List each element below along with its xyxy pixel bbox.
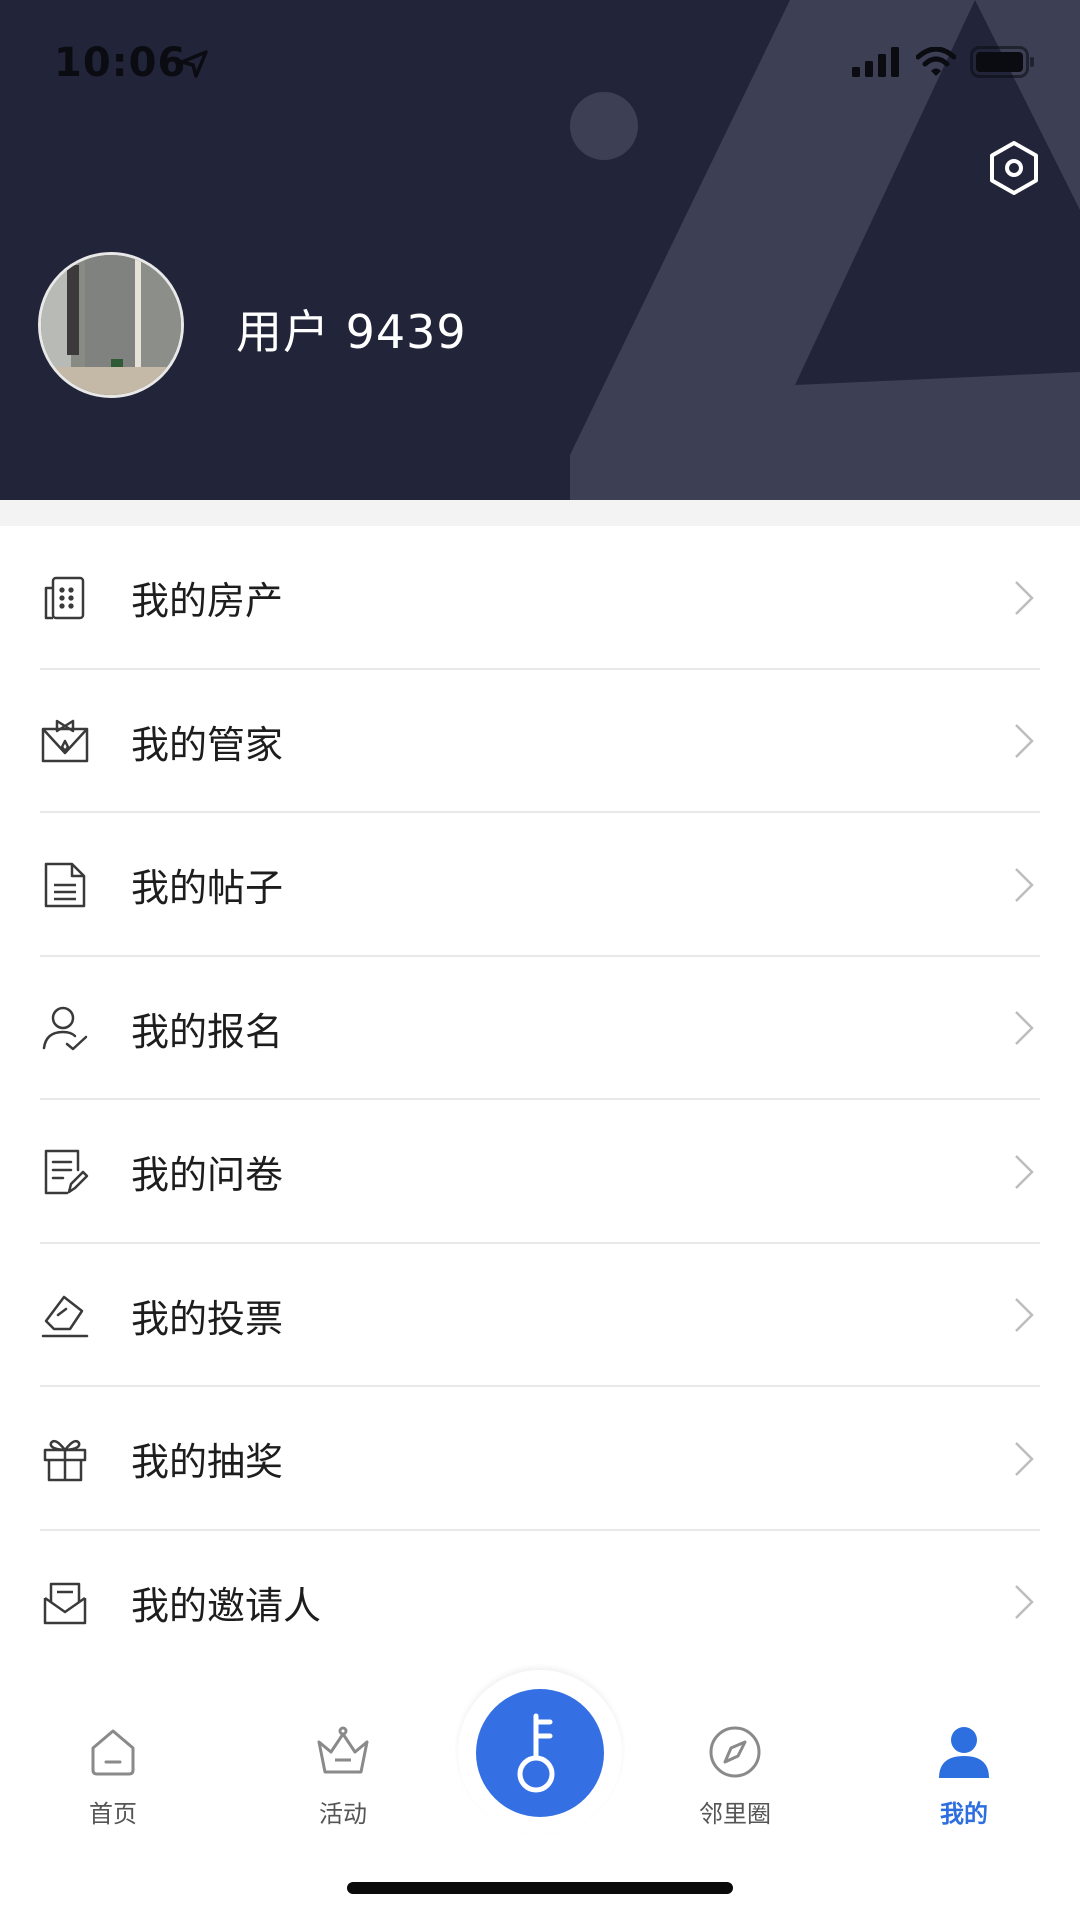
inbox-icon: [40, 1577, 90, 1627]
menu-item-my-questionnaires[interactable]: 我的问卷: [0, 1100, 1080, 1244]
chevron-right-icon: [1015, 724, 1034, 759]
questionnaire-icon: [40, 1147, 90, 1197]
menu-item-my-butler[interactable]: 我的管家: [0, 670, 1080, 813]
chevron-right-icon: [1015, 1011, 1034, 1046]
key-button[interactable]: [476, 1689, 604, 1817]
tab-label: 邻里圈: [699, 1800, 771, 1828]
chevron-right-icon: [1015, 1154, 1034, 1189]
settings-button[interactable]: [988, 140, 1040, 196]
menu-item-my-registrations[interactable]: 我的报名: [0, 957, 1080, 1100]
menu-item-label: 我的投票: [131, 1296, 284, 1341]
profile-menu: 我的房产 我的管家 我的帖子 我的报名 我的问卷 我的投票 我的抽奖 我的邀请人: [0, 526, 1080, 1674]
gift-icon: [40, 1434, 90, 1484]
wifi-icon: [915, 46, 957, 81]
butler-icon: [40, 716, 90, 766]
section-separator: [0, 500, 1080, 526]
tab-label: 活动: [319, 1800, 367, 1828]
settings-hexagon-icon: [990, 141, 1038, 195]
menu-item-label: 我的帖子: [131, 866, 284, 911]
avatar[interactable]: [38, 252, 184, 398]
tab-neighborhood[interactable]: 邻里圈: [665, 1722, 805, 1829]
chevron-right-icon: [1015, 580, 1034, 615]
tab-label: 我的: [940, 1800, 988, 1828]
key-icon: [517, 1713, 555, 1793]
menu-item-label: 我的邀请人: [131, 1583, 322, 1628]
compass-icon: [705, 1722, 765, 1782]
tab-activities[interactable]: 活动: [273, 1722, 413, 1829]
tab-home[interactable]: 首页: [43, 1722, 183, 1829]
status-bar: 10:06: [0, 0, 1080, 130]
vote-icon: [40, 1290, 90, 1340]
menu-item-my-votes[interactable]: 我的投票: [0, 1244, 1080, 1387]
profile-header: 10:06 用户 9439: [0, 0, 1080, 500]
status-icons: [852, 46, 1036, 82]
username: 用户 9439: [236, 305, 467, 359]
tab-label: 首页: [89, 1800, 137, 1828]
chevron-right-icon: [1015, 1441, 1034, 1476]
signal-icon: [852, 47, 902, 81]
tab-profile[interactable]: 我的: [894, 1722, 1034, 1829]
menu-item-label: 我的房产: [131, 579, 284, 624]
location-arrow-icon: [178, 48, 210, 84]
menu-item-my-property[interactable]: 我的房产: [0, 526, 1080, 670]
menu-item-label: 我的问卷: [131, 1153, 284, 1198]
menu-item-my-inviter[interactable]: 我的邀请人: [0, 1531, 1080, 1675]
building-icon: [40, 573, 90, 623]
chevron-right-icon: [1015, 1585, 1034, 1620]
menu-item-label: 我的管家: [131, 722, 284, 767]
menu-item-my-lottery[interactable]: 我的抽奖: [0, 1387, 1080, 1531]
battery-icon: [970, 46, 1036, 82]
user-check-icon: [40, 1003, 90, 1053]
menu-item-label: 我的抽奖: [131, 1440, 284, 1485]
menu-item-label: 我的报名: [131, 1009, 284, 1054]
chevron-right-icon: [1015, 867, 1034, 902]
menu-item-my-posts[interactable]: 我的帖子: [0, 813, 1080, 957]
chevron-right-icon: [1015, 1298, 1034, 1333]
person-icon: [934, 1722, 994, 1782]
status-time: 10:06: [54, 40, 187, 86]
crown-icon: [313, 1722, 373, 1782]
document-icon: [40, 860, 90, 910]
home-indicator: [347, 1882, 733, 1894]
home-icon: [83, 1722, 143, 1782]
